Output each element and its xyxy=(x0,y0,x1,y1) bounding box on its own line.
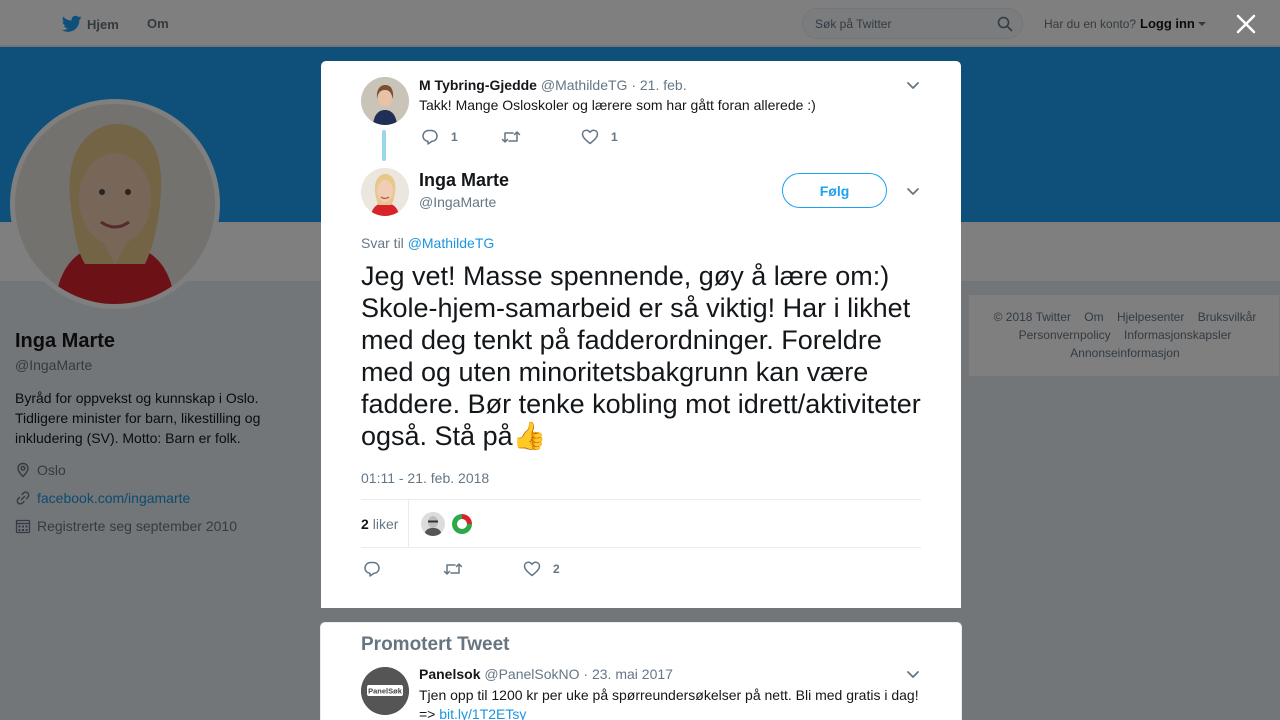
parent-tweet-avatar[interactable] xyxy=(361,77,409,125)
parent-avatar-photo xyxy=(361,77,409,125)
main-author-handle[interactable]: @IngaMarte xyxy=(419,194,496,210)
reply-icon xyxy=(422,129,438,145)
parent-tweet-text: Takk! Mange Osloskoler og lærere som har… xyxy=(419,97,816,113)
parent-retweet-button[interactable] xyxy=(501,128,533,146)
liker-photo xyxy=(421,512,445,536)
reply-button[interactable] xyxy=(363,560,393,578)
chevron-down-icon[interactable] xyxy=(905,666,921,682)
promoted-tweet-card: Promotert Tweet PanelSøk Panelsok @Panel… xyxy=(320,622,962,720)
main-avatar-photo xyxy=(361,168,409,216)
reply-icon xyxy=(364,561,380,577)
main-tweet-avatar[interactable] xyxy=(361,168,409,216)
parent-like-count: 1 xyxy=(611,130,618,144)
promoted-tweet-link[interactable]: bit.ly/1T2ETsy xyxy=(439,706,526,720)
parent-reply-count: 1 xyxy=(451,130,458,144)
follow-button[interactable]: Følg xyxy=(782,173,887,208)
liker-photo xyxy=(450,512,474,536)
panelsok-logo: PanelSøk xyxy=(361,667,409,715)
parent-author-name[interactable]: M Tybring-Gjedde xyxy=(419,77,537,93)
main-author-name[interactable]: Inga Marte xyxy=(419,170,509,191)
parent-tweet-header: M Tybring-Gjedde @MathildeTG · 21. feb. xyxy=(419,77,687,93)
likes-stat-label: liker xyxy=(372,515,399,532)
reply-to-context: Svar til @MathildeTG xyxy=(361,235,494,251)
promoted-tweet-text: Tjen opp til 1200 kr per uke på spørreun… xyxy=(419,686,929,720)
like-count: 2 xyxy=(553,562,560,576)
likes-stat-count: 2 xyxy=(361,515,369,532)
promoted-author-name[interactable]: Panelsok xyxy=(419,666,480,682)
retweet-icon xyxy=(443,563,463,575)
panelsok-logo-text: PanelSøk xyxy=(368,687,403,696)
like-button[interactable]: 2 xyxy=(523,560,560,578)
promoted-heading: Promotert Tweet xyxy=(361,634,510,655)
promoted-tweet-date[interactable]: 23. mai 2017 xyxy=(592,666,673,682)
chevron-down-icon[interactable] xyxy=(905,77,921,93)
header-separator: · xyxy=(583,666,589,682)
thread-connector-line xyxy=(382,130,386,161)
liker-avatar[interactable] xyxy=(421,512,445,536)
promoted-avatar[interactable]: PanelSøk xyxy=(361,667,409,715)
reply-to-mention[interactable]: @MathildeTG xyxy=(408,235,495,251)
tweet-modal: M Tybring-Gjedde @MathildeTG · 21. feb. … xyxy=(321,61,961,608)
header-separator: · xyxy=(631,77,636,93)
main-tweet-text: Jeg vet! Masse spennende, gøy å lære om:… xyxy=(361,261,921,451)
parent-tweet-date[interactable]: 21. feb. xyxy=(640,77,687,93)
reply-to-prefix: Svar til xyxy=(361,235,404,251)
retweet-icon xyxy=(501,131,521,143)
liker-avatar[interactable] xyxy=(450,512,474,536)
main-tweet-timestamp[interactable]: 01:11 - 21. feb. 2018 xyxy=(361,470,489,486)
promoted-author-handle[interactable]: @PanelSokNO xyxy=(484,666,579,682)
chevron-down-icon[interactable] xyxy=(905,183,921,199)
heart-icon xyxy=(581,129,599,145)
promoted-tweet-header: Panelsok @PanelSokNO · 23. mai 2017 xyxy=(419,666,673,682)
heart-icon xyxy=(523,561,541,577)
parent-author-handle[interactable]: @MathildeTG xyxy=(541,77,628,93)
parent-reply-button[interactable]: 1 xyxy=(421,128,458,146)
parent-like-button[interactable]: 1 xyxy=(581,128,618,146)
tweet-stats-bar: 2 liker xyxy=(361,499,921,548)
likes-stat[interactable]: 2 liker xyxy=(361,500,409,547)
close-icon[interactable] xyxy=(1235,13,1257,35)
retweet-button[interactable] xyxy=(443,560,475,578)
